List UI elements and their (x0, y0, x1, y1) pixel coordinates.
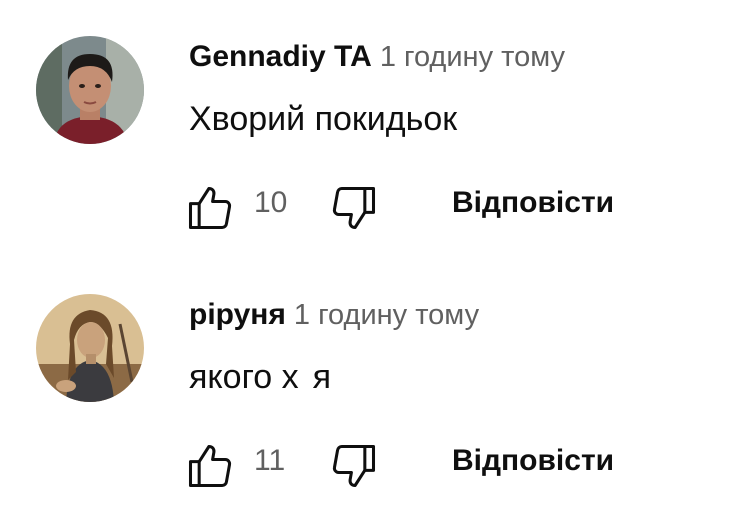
comment-timestamp[interactable]: 1 годину тому (380, 41, 565, 73)
thumbs-up-icon (188, 444, 232, 488)
comment-header: ріруня 1 годину тому (189, 298, 479, 332)
thumbs-up-icon (188, 186, 232, 230)
author-name[interactable]: ріруня (189, 298, 286, 331)
like-count: 10 (254, 186, 288, 219)
censor-mask (298, 359, 313, 400)
like-count: 11 (254, 444, 286, 477)
reply-button[interactable]: Відповісти (452, 444, 614, 478)
avatar[interactable] (36, 36, 144, 144)
comment-actions: 10 Відповісти (180, 178, 640, 234)
dislike-button[interactable] (328, 440, 380, 492)
comment-text: якого х я (189, 358, 332, 400)
comment-timestamp[interactable]: 1 годину тому (294, 299, 479, 331)
author-name[interactable]: Gennadiy TA (189, 40, 372, 73)
thumbs-down-icon (332, 444, 376, 488)
comment-text-part: я (312, 358, 332, 396)
comment-text-part: якого х (189, 358, 299, 396)
reply-button[interactable]: Відповісти (452, 186, 614, 220)
thumbs-down-icon (332, 186, 376, 230)
comment-header: Gennadiy TA 1 годину тому (189, 40, 565, 74)
comment-actions: 11 Відповісти (180, 436, 640, 492)
dislike-button[interactable] (328, 182, 380, 234)
avatar[interactable] (36, 294, 144, 402)
comment-text: Хворий покидьок (189, 100, 458, 138)
like-button[interactable] (184, 440, 236, 492)
like-button[interactable] (184, 182, 236, 234)
